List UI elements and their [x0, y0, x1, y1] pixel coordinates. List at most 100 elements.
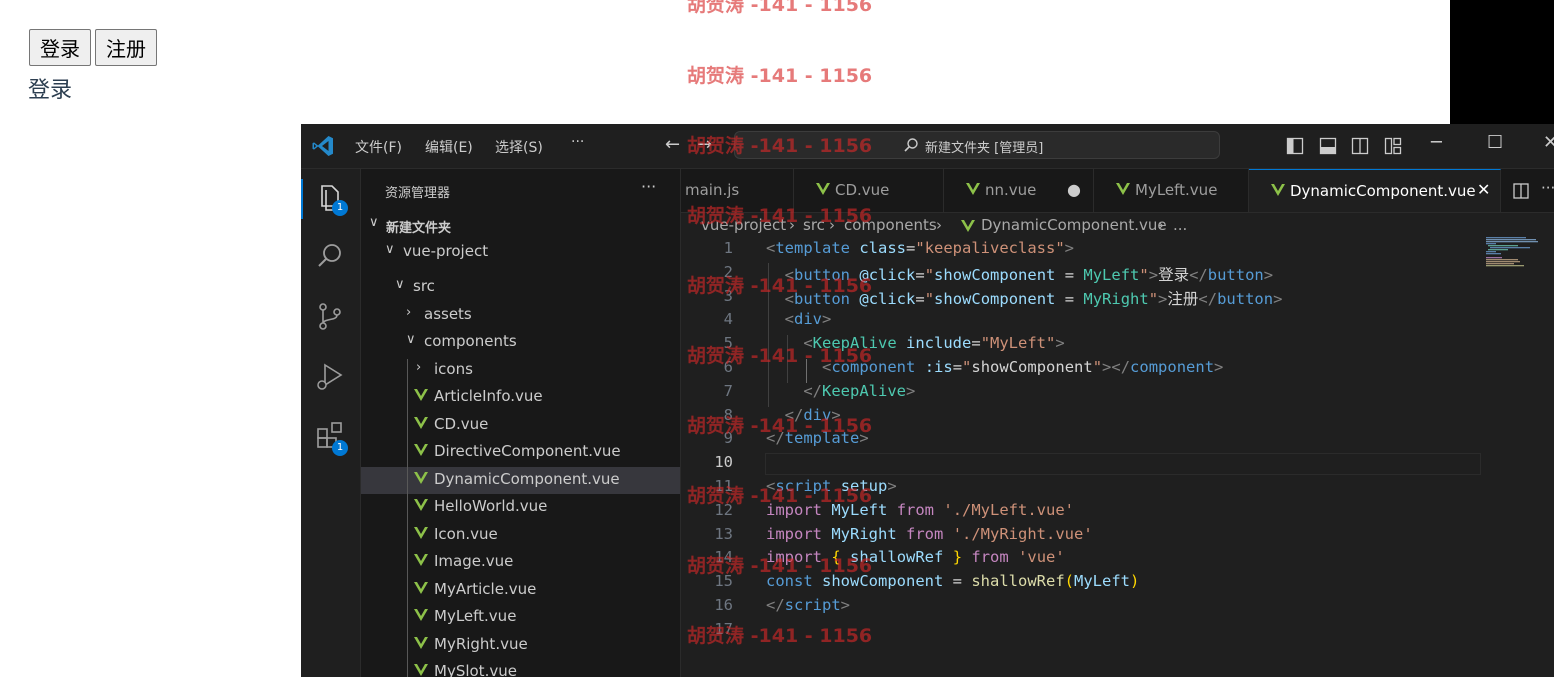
tree-item[interactable]: Image.vue: [361, 549, 680, 576]
code-line: 13 import MyRight from './MyRight.vue': [681, 525, 1554, 549]
line-text: import MyRight from './MyRight.vue': [766, 524, 1093, 543]
tree-item[interactable]: MyRight.vue: [361, 632, 680, 659]
tree-item[interactable]: › icons: [361, 357, 680, 384]
breadcrumb-item[interactable]: src: [803, 216, 825, 234]
tree-item[interactable]: HelloWorld.vue: [361, 494, 680, 521]
editor-more-actions[interactable]: ···: [1541, 179, 1554, 197]
menu-more[interactable]: ···: [571, 134, 584, 150]
line-number: 13: [714, 524, 733, 543]
command-center-search[interactable]: 新建文件夹 [管理员]: [734, 131, 1220, 159]
workspace-folder-root[interactable]: ∨ 新建文件夹: [361, 212, 680, 239]
editor-area: main.js CD.vue nn.vue ● MyLeft.vue Dynam…: [681, 169, 1554, 677]
forward-arrow-icon[interactable]: →: [697, 134, 712, 155]
line-number: 11: [714, 477, 733, 495]
chevron-right-icon: ›: [406, 304, 412, 320]
code-line: 5 <KeepAlive include="MyLeft">: [681, 334, 1554, 358]
login-button[interactable]: 登录: [29, 29, 91, 66]
toggle-secondary-sidebar-icon[interactable]: [1351, 137, 1369, 155]
extensions-badge: 1: [332, 440, 348, 456]
code-line: 7 </KeepAlive>: [681, 382, 1554, 406]
breadcrumb-item[interactable]: ...: [1173, 216, 1187, 234]
close-tab-icon[interactable]: ✕: [1477, 180, 1490, 199]
line-number: 16: [714, 596, 733, 614]
tab-main-js[interactable]: main.js: [681, 169, 794, 212]
register-button[interactable]: 注册: [95, 29, 157, 66]
tree-item[interactable]: Icon.vue: [361, 522, 680, 549]
tree-label: HelloWorld.vue: [434, 497, 548, 515]
tree-item[interactable]: › assets: [361, 302, 680, 329]
line-number: 10: [714, 453, 733, 472]
tree-item[interactable]: MySlot.vue: [361, 659, 680, 677]
split-editor-icon[interactable]: [1513, 183, 1529, 199]
breadcrumb-item[interactable]: components: [844, 216, 937, 234]
search-icon[interactable]: [313, 239, 347, 273]
vue-file-icon: [414, 609, 428, 621]
vue-file-icon: [961, 220, 975, 232]
search-text: 新建文件夹 [管理员]: [925, 141, 1044, 156]
tree-item[interactable]: DirectiveComponent.vue: [361, 439, 680, 466]
line-number: 8: [723, 405, 733, 424]
code-line: 17: [681, 620, 1554, 644]
tree-item[interactable]: MyLeft.vue: [361, 604, 680, 631]
tree-item-vue-project[interactable]: ∨ vue-project: [361, 239, 680, 266]
breadcrumb-separator-icon: ›: [829, 216, 835, 234]
line-text: <button @click="showComponent = MyRight"…: [784, 289, 1283, 308]
title-bar: 文件(F) 编辑(E) 选择(S) ··· ← → 新建文件夹 [管理员] ─ …: [301, 124, 1554, 169]
menu-selection[interactable]: 选择(S): [495, 137, 543, 157]
tree-item[interactable]: ArticleInfo.vue: [361, 384, 680, 411]
line-text: </KeepAlive>: [803, 381, 916, 400]
code-line: 2 <button @click="showComponent = MyLeft…: [681, 263, 1554, 287]
breadcrumb-separator-icon: ›: [1158, 216, 1164, 234]
code-line: 3 <button @click="showComponent = MyRigh…: [681, 287, 1554, 311]
menu-edit[interactable]: 编辑(E): [425, 137, 473, 157]
explorer-more-actions[interactable]: ···: [641, 177, 656, 196]
code-line: 15 const showComponent = shallowRef(MyLef…: [681, 572, 1554, 596]
tree-item[interactable]: ∨ components: [361, 329, 680, 356]
toggle-panel-icon[interactable]: [1319, 137, 1337, 155]
tree-label: CD.vue: [434, 414, 489, 433]
close-window-icon[interactable]: ✕: [1543, 132, 1554, 153]
tree-item[interactable]: ∨ src: [361, 274, 680, 301]
tree-item[interactable]: CD.vue: [361, 412, 680, 439]
vue-file-icon: [414, 444, 428, 456]
vscode-window: 文件(F) 编辑(E) 选择(S) ··· ← → 新建文件夹 [管理员] ─ …: [301, 124, 1554, 677]
minimap[interactable]: [1486, 237, 1546, 267]
breadcrumb-item[interactable]: vue-project: [701, 216, 786, 234]
tab-cd-vue[interactable]: CD.vue: [794, 169, 944, 212]
explorer-sidebar: 资源管理器 ··· ∨ 新建文件夹 ∨ vue-project ∨ src › ass…: [361, 169, 681, 677]
tree-label: DynamicComponent.vue: [434, 469, 620, 488]
toggle-primary-sidebar-icon[interactable]: [1286, 137, 1304, 155]
tab-nn-vue[interactable]: nn.vue ●: [944, 169, 1094, 212]
tab-dynamiccomponent-vue[interactable]: DynamicComponent.vue ✕: [1249, 169, 1501, 212]
breadcrumb: vue-project › src › components › Dynamic…: [681, 216, 1554, 238]
line-text: import { shallowRef } from 'vue': [766, 548, 1065, 567]
back-arrow-icon[interactable]: ←: [665, 134, 680, 155]
menu-file[interactable]: 文件(F): [355, 137, 402, 157]
tab-label: MyLeft.vue: [1135, 181, 1218, 199]
code-line: 16 </script>: [681, 596, 1554, 620]
modified-dot-icon[interactable]: ●: [1067, 180, 1081, 199]
maximize-icon[interactable]: ☐: [1487, 132, 1503, 153]
line-number: 6: [723, 358, 733, 376]
tree-label: assets: [424, 304, 472, 323]
line-text: </div>: [784, 405, 841, 424]
code-editor[interactable]: 1 <template class="keepaliveclass"> 2 <but…: [681, 239, 1554, 677]
customize-layout-icon[interactable]: [1384, 137, 1402, 155]
code-line: 10: [681, 453, 1554, 477]
code-line: 8 </div>: [681, 406, 1554, 430]
line-number: 7: [723, 381, 733, 400]
tree-label: vue-project: [403, 242, 489, 260]
run-debug-icon[interactable]: [313, 359, 347, 393]
tree-item[interactable]: MyArticle.vue: [361, 577, 680, 604]
source-control-icon[interactable]: [313, 299, 347, 333]
line-number: 15: [714, 572, 733, 591]
code-line: 4 <div>: [681, 310, 1554, 334]
explorer-badge: 1: [332, 200, 348, 216]
tree-item[interactable]: DynamicComponent.vue: [361, 466, 680, 494]
minimize-icon[interactable]: ─: [1431, 132, 1442, 153]
breadcrumb-item[interactable]: DynamicComponent.vue: [981, 216, 1167, 234]
explorer-title: 资源管理器: [385, 186, 451, 201]
line-number: 4: [723, 310, 733, 329]
tree-label: icons: [434, 359, 473, 378]
tab-myleft-vue[interactable]: MyLeft.vue: [1094, 169, 1249, 212]
